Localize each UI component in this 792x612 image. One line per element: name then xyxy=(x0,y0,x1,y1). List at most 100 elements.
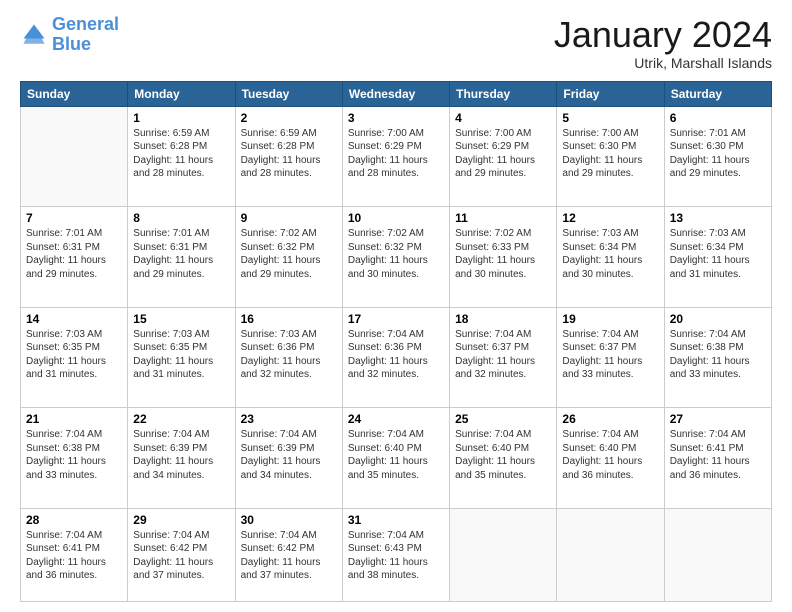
logo: General Blue xyxy=(20,15,119,55)
day-cell xyxy=(557,508,664,601)
day-info: Sunrise: 7:04 AMSunset: 6:43 PMDaylight:… xyxy=(348,529,444,583)
week-row-3: 14 Sunrise: 7:03 AMSunset: 6:35 PMDayligh… xyxy=(21,307,772,408)
day-info: Sunrise: 7:00 AMSunset: 6:29 PMDaylight:… xyxy=(348,127,444,181)
logo-text: General Blue xyxy=(52,15,119,55)
day-cell: 2 Sunrise: 6:59 AMSunset: 6:28 PMDaylight… xyxy=(235,106,342,207)
day-cell: 8 Sunrise: 7:01 AMSunset: 6:31 PMDaylight… xyxy=(128,207,235,308)
day-cell: 28Sunrise: 7:04 AMSunset: 6:41 PMDayligh… xyxy=(21,508,128,601)
day-cell: 13Sunrise: 7:03 AMSunset: 6:34 PMDayligh… xyxy=(664,207,771,308)
day-number: 27 xyxy=(670,412,766,426)
day-number: 26 xyxy=(562,412,658,426)
day-number: 12 xyxy=(562,211,658,225)
day-cell: 3 Sunrise: 7:00 AMSunset: 6:29 PMDaylight… xyxy=(342,106,449,207)
day-number: 23 xyxy=(241,412,337,426)
day-info: Sunrise: 7:03 AMSunset: 6:34 PMDaylight:… xyxy=(562,227,658,281)
day-number: 20 xyxy=(670,312,766,326)
day-info: Sunrise: 7:04 AMSunset: 6:40 PMDaylight:… xyxy=(562,428,658,482)
col-wednesday: Wednesday xyxy=(342,81,449,106)
day-number: 29 xyxy=(133,513,229,527)
day-info: Sunrise: 7:04 AMSunset: 6:37 PMDaylight:… xyxy=(562,328,658,382)
col-tuesday: Tuesday xyxy=(235,81,342,106)
day-info: Sunrise: 7:04 AMSunset: 6:40 PMDaylight:… xyxy=(455,428,551,482)
day-info: Sunrise: 7:04 AMSunset: 6:40 PMDaylight:… xyxy=(348,428,444,482)
day-cell: 30 Sunrise: 7:04 AMSunset: 6:42 PMDayligh… xyxy=(235,508,342,601)
day-info: Sunrise: 7:02 AMSunset: 6:33 PMDaylight:… xyxy=(455,227,551,281)
day-cell: 17Sunrise: 7:04 AMSunset: 6:36 PMDayligh… xyxy=(342,307,449,408)
day-cell xyxy=(21,106,128,207)
day-number: 4 xyxy=(455,111,551,125)
day-info: Sunrise: 7:04 AMSunset: 6:39 PMDaylight:… xyxy=(133,428,229,482)
week-row-1: 1 Sunrise: 6:59 AMSunset: 6:28 PMDaylight… xyxy=(21,106,772,207)
page: General Blue January 2024 Utrik, Marshal… xyxy=(0,0,792,612)
day-number: 5 xyxy=(562,111,658,125)
day-cell: 16 Sunrise: 7:03 AMSunset: 6:36 PMDayligh… xyxy=(235,307,342,408)
col-monday: Monday xyxy=(128,81,235,106)
day-cell: 4 Sunrise: 7:00 AMSunset: 6:29 PMDaylight… xyxy=(450,106,557,207)
col-friday: Friday xyxy=(557,81,664,106)
day-cell: 22Sunrise: 7:04 AMSunset: 6:39 PMDayligh… xyxy=(128,408,235,509)
day-number: 7 xyxy=(26,211,122,225)
day-cell: 19 Sunrise: 7:04 AMSunset: 6:37 PMDayligh… xyxy=(557,307,664,408)
day-number: 3 xyxy=(348,111,444,125)
day-number: 21 xyxy=(26,412,122,426)
day-info: Sunrise: 6:59 AMSunset: 6:28 PMDaylight:… xyxy=(241,127,337,181)
header: General Blue January 2024 Utrik, Marshal… xyxy=(20,15,772,71)
day-cell: 24 Sunrise: 7:04 AMSunset: 6:40 PMDayligh… xyxy=(342,408,449,509)
day-cell: 14 Sunrise: 7:03 AMSunset: 6:35 PMDayligh… xyxy=(21,307,128,408)
day-number: 31 xyxy=(348,513,444,527)
week-row-5: 28Sunrise: 7:04 AMSunset: 6:41 PMDayligh… xyxy=(21,508,772,601)
day-info: Sunrise: 7:02 AMSunset: 6:32 PMDaylight:… xyxy=(241,227,337,281)
day-number: 6 xyxy=(670,111,766,125)
day-info: Sunrise: 7:03 AMSunset: 6:35 PMDaylight:… xyxy=(133,328,229,382)
day-number: 2 xyxy=(241,111,337,125)
day-cell: 31 Sunrise: 7:04 AMSunset: 6:43 PMDayligh… xyxy=(342,508,449,601)
week-row-4: 21 Sunrise: 7:04 AMSunset: 6:38 PMDayligh… xyxy=(21,408,772,509)
day-info: Sunrise: 7:00 AMSunset: 6:29 PMDaylight:… xyxy=(455,127,551,181)
day-info: Sunrise: 6:59 AMSunset: 6:28 PMDaylight:… xyxy=(133,127,229,181)
day-info: Sunrise: 7:04 AMSunset: 6:38 PMDaylight:… xyxy=(26,428,122,482)
day-cell: 21 Sunrise: 7:04 AMSunset: 6:38 PMDayligh… xyxy=(21,408,128,509)
logo-icon xyxy=(20,21,48,49)
day-cell: 25 Sunrise: 7:04 AMSunset: 6:40 PMDayligh… xyxy=(450,408,557,509)
day-number: 15 xyxy=(133,312,229,326)
day-number: 11 xyxy=(455,211,551,225)
day-info: Sunrise: 7:04 AMSunset: 6:36 PMDaylight:… xyxy=(348,328,444,382)
calendar-table: Sunday Monday Tuesday Wednesday Thursday… xyxy=(20,81,772,602)
title-block: January 2024 Utrik, Marshall Islands xyxy=(554,15,772,71)
day-cell: 29Sunrise: 7:04 AMSunset: 6:42 PMDayligh… xyxy=(128,508,235,601)
day-cell: 20Sunrise: 7:04 AMSunset: 6:38 PMDayligh… xyxy=(664,307,771,408)
day-number: 14 xyxy=(26,312,122,326)
location: Utrik, Marshall Islands xyxy=(554,55,772,71)
day-number: 24 xyxy=(348,412,444,426)
day-cell: 15 Sunrise: 7:03 AMSunset: 6:35 PMDayligh… xyxy=(128,307,235,408)
day-cell: 11 Sunrise: 7:02 AMSunset: 6:33 PMDayligh… xyxy=(450,207,557,308)
day-info: Sunrise: 7:01 AMSunset: 6:31 PMDaylight:… xyxy=(133,227,229,281)
day-info: Sunrise: 7:04 AMSunset: 6:37 PMDaylight:… xyxy=(455,328,551,382)
day-number: 30 xyxy=(241,513,337,527)
day-number: 1 xyxy=(133,111,229,125)
day-info: Sunrise: 7:04 AMSunset: 6:42 PMDaylight:… xyxy=(241,529,337,583)
day-cell: 27 Sunrise: 7:04 AMSunset: 6:41 PMDayligh… xyxy=(664,408,771,509)
day-info: Sunrise: 7:03 AMSunset: 6:35 PMDaylight:… xyxy=(26,328,122,382)
day-number: 9 xyxy=(241,211,337,225)
day-number: 28 xyxy=(26,513,122,527)
day-info: Sunrise: 7:03 AMSunset: 6:36 PMDaylight:… xyxy=(241,328,337,382)
day-number: 8 xyxy=(133,211,229,225)
day-cell: 26 Sunrise: 7:04 AMSunset: 6:40 PMDayligh… xyxy=(557,408,664,509)
col-saturday: Saturday xyxy=(664,81,771,106)
day-info: Sunrise: 7:03 AMSunset: 6:34 PMDaylight:… xyxy=(670,227,766,281)
day-cell xyxy=(664,508,771,601)
col-thursday: Thursday xyxy=(450,81,557,106)
day-number: 16 xyxy=(241,312,337,326)
day-number: 25 xyxy=(455,412,551,426)
day-cell: 6 Sunrise: 7:01 AMSunset: 6:30 PMDaylight… xyxy=(664,106,771,207)
day-cell: 9 Sunrise: 7:02 AMSunset: 6:32 PMDaylight… xyxy=(235,207,342,308)
week-row-2: 7 Sunrise: 7:01 AMSunset: 6:31 PMDaylight… xyxy=(21,207,772,308)
day-cell: 10Sunrise: 7:02 AMSunset: 6:32 PMDayligh… xyxy=(342,207,449,308)
day-cell: 5Sunrise: 7:00 AMSunset: 6:30 PMDaylight… xyxy=(557,106,664,207)
day-info: Sunrise: 7:04 AMSunset: 6:41 PMDaylight:… xyxy=(670,428,766,482)
day-cell xyxy=(450,508,557,601)
day-cell: 18Sunrise: 7:04 AMSunset: 6:37 PMDayligh… xyxy=(450,307,557,408)
day-number: 19 xyxy=(562,312,658,326)
day-info: Sunrise: 7:01 AMSunset: 6:30 PMDaylight:… xyxy=(670,127,766,181)
